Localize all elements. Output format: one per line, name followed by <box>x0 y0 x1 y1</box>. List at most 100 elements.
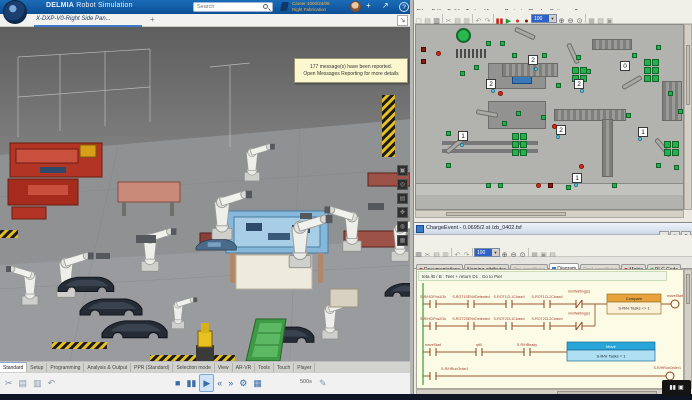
rung-wires <box>423 304 671 376</box>
share-icon[interactable]: ↗ <box>382 0 389 12</box>
cyan-indicator-light <box>460 143 464 147</box>
green-indicator-light <box>586 69 591 74</box>
svg-text:qrt0: qrt0 <box>476 343 482 347</box>
hmi-vertical-scrollbar[interactable] <box>684 24 692 210</box>
zoom-level-value: 100 <box>534 16 542 22</box>
green-indicator-light <box>541 115 546 120</box>
zoom-level-select[interactable]: 100 ▼ <box>474 248 500 257</box>
pause-icon[interactable]: ▮▮ <box>668 385 677 391</box>
app-title: DELMIA Robot Simulation <box>46 2 133 9</box>
green-indicator-light <box>612 183 617 188</box>
undo-icon[interactable]: ↶ <box>45 374 59 392</box>
zoom-level-select[interactable]: 100 ▼ <box>531 14 557 23</box>
view-tool-icon[interactable]: ▣ <box>397 165 408 176</box>
conveyor-band <box>502 63 558 77</box>
ladder-diagram[interactable]: teta /B / B : Teer + return D1 : Go to P… <box>416 269 684 389</box>
expand-view-icon[interactable]: ↘ <box>397 15 408 26</box>
cut-icon[interactable]: ✂ <box>2 374 16 392</box>
svg-text:S-R/H Tasks = 1: S-R/H Tasks = 1 <box>597 354 627 359</box>
station-count-badge: 2 <box>486 79 496 89</box>
paste-icon[interactable]: ▥ <box>30 374 45 392</box>
pause-icon[interactable]: ▮▮ <box>183 374 199 392</box>
conveyor-band <box>602 119 613 177</box>
plant-map[interactable]: 2 0 2 2 1 2 1 1 <box>415 24 684 210</box>
green-indicator-light <box>632 53 637 58</box>
green-indicator-light <box>474 65 479 70</box>
delmia-top-bar: DELMIA Robot Simulation Career 4000/24/0… <box>0 0 412 14</box>
add-icon[interactable]: + <box>366 0 371 12</box>
edit-simulation-icon[interactable]: ✎ <box>316 374 330 392</box>
green-indicator-light <box>542 53 547 58</box>
zoom-level-value: 100 <box>477 250 485 256</box>
rewind-icon[interactable]: « <box>214 374 225 392</box>
conveyor-band <box>592 39 632 50</box>
view-tool-icon[interactable]: ◍ <box>397 221 408 232</box>
app-window: DELMIA Robot Simulation Career 4000/24/0… <box>0 0 692 400</box>
copy-icon[interactable]: ▤ <box>16 374 31 392</box>
chevron-down-icon[interactable]: ▼ <box>549 15 556 22</box>
plant-layout-window: FileEditBuildToolsViewsProjectCheckOptio… <box>413 0 692 222</box>
message-tooltip[interactable]: 177 message(s) have been reported. Open … <box>294 58 408 83</box>
view-tool-icon[interactable]: ▦ <box>397 235 408 246</box>
svg-text:Compare: Compare <box>626 296 643 301</box>
document-tab[interactable]: X-DXP-V0-Right Side Pan... <box>36 16 111 22</box>
svg-text:mmWaiting(s): mmWaiting(s) <box>568 312 590 316</box>
svg-text:S-ROT2CL1Closed: S-ROT2CL1Closed <box>494 317 525 321</box>
search-icon[interactable] <box>263 4 268 9</box>
tooltip-line1: 177 message(s) have been reported. <box>295 64 407 71</box>
compare-block[interactable]: Compare S-R/H Tasks <> 1 <box>607 294 661 314</box>
hazard-stripe <box>0 230 18 238</box>
svg-text:S-R/HRunOrder1: S-R/HRunOrder1 <box>441 367 469 371</box>
ladder-editor-window: ChargeEvent - 0.0695/2 st /zb_0402.fsf _… <box>413 222 692 394</box>
ladder-menu-bar: FileEditCheckToolsViewsOptions? <box>414 235 692 244</box>
part-stack <box>512 133 527 156</box>
station-count-badge: 2 <box>528 55 538 65</box>
green-indicator-light <box>502 121 507 126</box>
cyan-indicator-light <box>556 135 560 139</box>
ladder-title-bar[interactable]: ChargeEvent - 0.0695/2 st /zb_0402.fsf _… <box>414 223 692 235</box>
3d-viewport[interactable]: 177 message(s) have been reported. Open … <box>0 27 412 361</box>
fence-posts <box>456 49 486 58</box>
settings-gear-icon[interactable]: ⚙ <box>236 374 250 392</box>
green-indicator-light <box>486 41 491 46</box>
simulation-time-label: 500s <box>300 379 312 385</box>
view-tool-icon[interactable]: ◎ <box>397 179 408 190</box>
user-context[interactable]: Career 4000/24/08 Right Fabrication <box>292 1 348 13</box>
new-tab-button[interactable]: + <box>150 15 155 24</box>
sequence-list-icon[interactable]: ▦ <box>250 374 265 392</box>
station-count-badge: 0 <box>620 61 630 71</box>
viewport-side-toolbar: ▣ ◎ ▤ ✥ ◍ ▦ <box>397 165 410 277</box>
fast-forward-icon[interactable]: » <box>225 374 236 392</box>
stop-icon[interactable]: ■ <box>172 374 183 392</box>
conveyor-band <box>554 109 626 121</box>
station-count-badge: 1 <box>458 131 468 141</box>
move-block[interactable]: Move S-R/H Tasks = 1 <box>567 342 655 361</box>
svg-text:S-ROT2SENVDetected: S-ROT2SENVDetected <box>452 317 489 321</box>
green-indicator-light <box>626 113 631 118</box>
red-indicator-light <box>498 91 503 96</box>
output-coil <box>671 300 679 308</box>
compass-logo-icon[interactable] <box>3 0 27 24</box>
green-indicator-light <box>446 163 451 168</box>
play-icon[interactable]: ▶ <box>199 374 214 392</box>
dark-red-indicator-light <box>548 183 553 188</box>
view-tool-icon[interactable]: ▤ <box>397 193 408 204</box>
fullscreen-icon[interactable]: ▣ <box>677 385 685 391</box>
tag-icon[interactable] <box>280 2 289 11</box>
video-controls-overlay[interactable]: ▮▮▣ <box>662 380 691 396</box>
part-stack <box>644 59 659 82</box>
part-stack <box>664 141 679 156</box>
svg-text:moveStart: moveStart <box>425 343 441 347</box>
chevron-down-icon[interactable]: ▼ <box>492 249 499 256</box>
avatar[interactable] <box>350 1 361 12</box>
green-indicator-light <box>576 55 581 60</box>
bottom-edge-strip <box>0 394 692 400</box>
hmi-horizontal-scrollbar[interactable] <box>415 210 684 218</box>
svg-text:S-ROT1CL1Closed: S-ROT1CL1Closed <box>494 295 525 299</box>
svg-text:S-ROT2CL2Closed: S-ROT2CL2Closed <box>532 317 563 321</box>
view-tool-icon[interactable]: ✥ <box>397 207 408 218</box>
ladder-vertical-scrollbar[interactable] <box>684 269 692 389</box>
help-icon[interactable]: ? <box>399 2 409 12</box>
conveyor-band <box>662 81 682 121</box>
search-input[interactable] <box>193 2 273 12</box>
